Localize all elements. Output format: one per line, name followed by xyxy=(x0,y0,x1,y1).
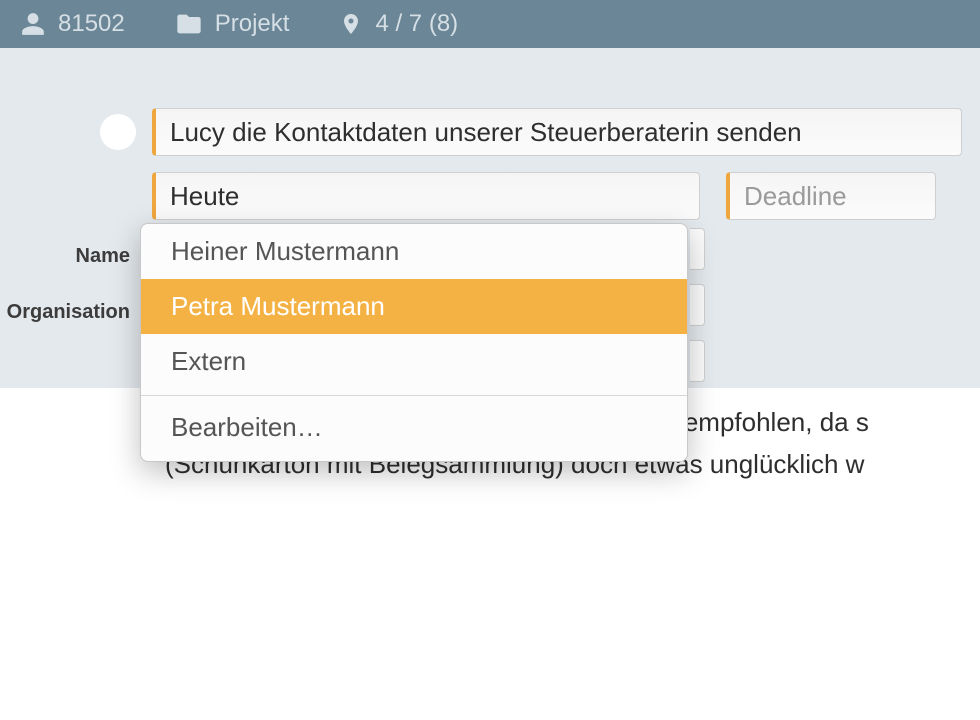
user-icon xyxy=(20,11,46,37)
dropdown-item-label: Extern xyxy=(171,346,246,376)
app-header: 81502 Projekt 4 / 7 (8) xyxy=(0,0,980,48)
assignee-dropdown: Heiner Mustermann Petra Mustermann Exter… xyxy=(140,223,688,462)
hidden-field-edge-3 xyxy=(690,340,705,382)
header-user[interactable]: 81502 xyxy=(20,10,125,38)
dropdown-item-0[interactable]: Heiner Mustermann xyxy=(141,224,687,279)
dropdown-item-label: Heiner Mustermann xyxy=(171,236,399,266)
title-row: Lucy die Kontaktdaten unserer Steuerbera… xyxy=(0,108,980,156)
title-input[interactable]: Lucy die Kontaktdaten unserer Steuerbera… xyxy=(152,108,962,156)
form-area: Lucy die Kontaktdaten unserer Steuerbera… xyxy=(0,48,980,388)
header-project-label: Projekt xyxy=(215,10,290,38)
header-project[interactable]: Projekt xyxy=(175,10,290,38)
deadline-placeholder: Deadline xyxy=(744,181,847,212)
deadline-input[interactable]: Deadline xyxy=(726,172,936,220)
hidden-field-edge-1 xyxy=(690,228,705,270)
header-location[interactable]: 4 / 7 (8) xyxy=(339,10,458,38)
organisation-label: Organisation xyxy=(0,301,140,324)
header-user-id: 81502 xyxy=(58,10,125,38)
date-input[interactable]: Heute xyxy=(152,172,700,220)
name-label: Name xyxy=(0,245,140,268)
dropdown-item-1[interactable]: Petra Mustermann xyxy=(141,279,687,334)
dropdown-item-2[interactable]: Extern xyxy=(141,334,687,389)
header-location-text: 4 / 7 (8) xyxy=(375,10,458,38)
date-row: Heute Deadline xyxy=(0,172,980,220)
dropdown-edit-item[interactable]: Bearbeiten… xyxy=(141,396,687,461)
title-value: Lucy die Kontaktdaten unserer Steuerbera… xyxy=(170,117,802,148)
dropdown-item-label: Petra Mustermann xyxy=(171,291,385,321)
location-pin-icon xyxy=(339,10,363,38)
dropdown-edit-label: Bearbeiten… xyxy=(171,412,323,442)
status-circle[interactable] xyxy=(100,114,136,150)
folder-icon xyxy=(175,10,203,38)
hidden-field-edge-2 xyxy=(690,284,705,326)
date-value: Heute xyxy=(170,181,239,212)
